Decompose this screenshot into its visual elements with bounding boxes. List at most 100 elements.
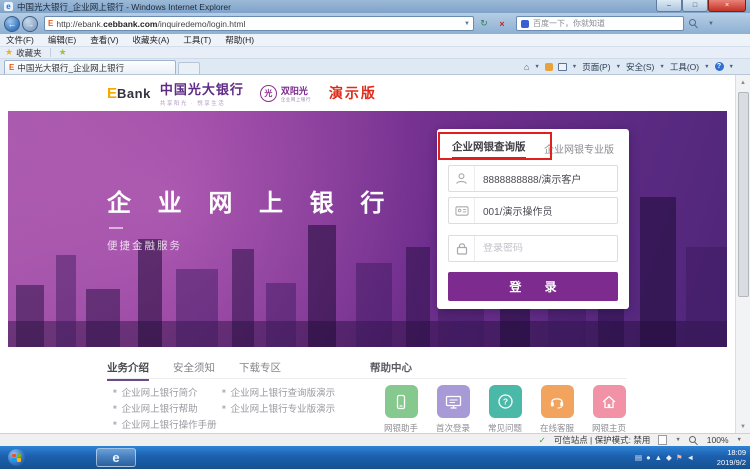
- menu-favorites[interactable]: 收藏夹(A): [133, 34, 170, 46]
- page-menu-button[interactable]: 页面(P): [582, 61, 610, 73]
- help-item-first-login[interactable]: 首次登录: [427, 385, 479, 434]
- link-item[interactable]: ■ 企业网上银行专业版演示: [222, 400, 335, 416]
- bank-name: 中国光大银行: [159, 82, 244, 97]
- zoom-dropdown-icon[interactable]: ▼: [737, 437, 742, 443]
- login-button[interactable]: 登 录: [448, 272, 618, 301]
- menu-help[interactable]: 帮助(H): [225, 34, 254, 46]
- divider: [49, 48, 51, 57]
- search-input[interactable]: 百度一下，你就知道: [516, 16, 684, 31]
- tools-menu-button[interactable]: 工具(O): [670, 61, 699, 73]
- tray-network-icon[interactable]: ◆: [666, 453, 672, 462]
- customer-number-input[interactable]: [475, 173, 617, 184]
- tray-keyboard-icon[interactable]: ▤: [635, 453, 642, 462]
- password-input[interactable]: [475, 243, 617, 254]
- customer-number-field: [448, 165, 618, 192]
- help-item-assistant[interactable]: 网银助手: [375, 385, 427, 434]
- bullet-icon: ■: [222, 405, 226, 411]
- tab-query-version[interactable]: 企业网银查询版: [452, 139, 526, 158]
- favorites-button[interactable]: 收藏夹: [16, 47, 42, 59]
- help-center-title: 帮助中心: [370, 362, 412, 374]
- menu-file[interactable]: 文件(F): [6, 34, 34, 46]
- minimize-button[interactable]: –: [656, 0, 682, 12]
- info-nav: 业务介绍 安全须知 下载专区: [107, 347, 735, 381]
- maximize-button[interactable]: □: [682, 0, 708, 12]
- stop-button[interactable]: ×: [494, 16, 510, 31]
- baidu-icon: [521, 19, 529, 28]
- browser-tab[interactable]: E 中国光大银行_企业网上银行: [4, 60, 176, 74]
- ie-app-icon: e: [4, 2, 13, 11]
- ie-icon: e: [112, 450, 120, 465]
- bullet-icon: ■: [113, 405, 117, 411]
- url-path: /inquiredemo/login.html: [157, 18, 246, 29]
- link-item[interactable]: ■ 企业网上银行帮助: [113, 400, 217, 416]
- help-item-homepage[interactable]: 网银主页: [583, 385, 635, 434]
- menu-view[interactable]: 查看(V): [90, 34, 118, 46]
- help-item-customer-service[interactable]: 在线客服: [531, 385, 583, 434]
- status-bar: ✓ 可信站点 | 保护模式: 禁用 ▼ 100% ▼: [0, 433, 750, 446]
- refresh-button[interactable]: ↻: [476, 16, 492, 31]
- zoom-icon[interactable]: [688, 435, 699, 445]
- id-card-icon: [449, 198, 475, 223]
- print-icon[interactable]: [557, 62, 567, 71]
- home-icon[interactable]: ⌂: [524, 62, 529, 72]
- status-dropdown-icon[interactable]: ▼: [675, 437, 680, 443]
- compatibility-view-icon[interactable]: [658, 435, 668, 445]
- badge-subtitle: 企业网上银行: [280, 96, 311, 102]
- forward-button[interactable]: →: [22, 15, 38, 32]
- feed-icon[interactable]: [544, 62, 553, 71]
- tab-pro-version[interactable]: 企业网银专业版: [544, 141, 614, 156]
- zoom-level[interactable]: 100%: [707, 435, 729, 445]
- tray-app-icon[interactable]: ●: [646, 453, 651, 462]
- command-bar: ⌂ ▼ ▼ 页面(P) ▼ 安全(S) ▼ 工具(O) ▼ ? ▼: [524, 59, 734, 74]
- start-button[interactable]: [8, 449, 25, 466]
- add-favorite-icon[interactable]: ★: [59, 47, 67, 58]
- print-dropdown-icon[interactable]: ▼: [572, 64, 577, 70]
- question-icon: ?: [488, 385, 522, 418]
- mobile-icon: [384, 385, 418, 418]
- taskbar-ie-button[interactable]: e: [96, 448, 136, 467]
- url-prefix: http://ebank.: [56, 18, 104, 29]
- url-dropdown-icon[interactable]: ▼: [464, 21, 470, 27]
- bullet-icon: ■: [222, 389, 226, 395]
- help-item-faq[interactable]: ? 常见问题: [479, 385, 531, 434]
- close-button[interactable]: ×: [708, 0, 746, 12]
- taskbar-clock[interactable]: 18:09 2019/9/2: [717, 448, 746, 467]
- bank-logo-text: Bank: [117, 85, 151, 101]
- tab-favicon: E: [9, 63, 15, 72]
- back-button[interactable]: ←: [4, 15, 20, 32]
- system-tray: ▤ ● ▲ ◆ ⚑ ◄: [635, 446, 694, 469]
- new-tab-button[interactable]: [178, 62, 200, 74]
- home-dropdown-icon[interactable]: ▼: [534, 64, 539, 70]
- link-item[interactable]: ■ 企业网上银行简介: [113, 384, 217, 400]
- menu-edit[interactable]: 编辑(E): [48, 34, 76, 46]
- safety-menu-button[interactable]: 安全(S): [626, 61, 654, 73]
- security-badge: 光 双阳光 企业网上银行: [259, 84, 311, 103]
- scroll-down-icon[interactable]: ▼: [736, 419, 750, 434]
- home-icon: [592, 385, 626, 418]
- scrollbar-thumb[interactable]: [737, 92, 749, 297]
- operator-field: [448, 197, 618, 224]
- url-domain: cebbank.com: [103, 18, 158, 29]
- tray-show-hidden-icon[interactable]: ▲: [655, 453, 662, 462]
- help-icon[interactable]: ?: [714, 62, 724, 71]
- window-controls: – □ ×: [656, 0, 746, 12]
- link-item[interactable]: ■ 企业网上银行操作手册: [113, 416, 217, 432]
- window-titlebar: e 中国光大银行_企业网上银行 - Windows Internet Explo…: [0, 0, 750, 13]
- menu-tools[interactable]: 工具(T): [183, 34, 211, 46]
- url-input[interactable]: E http://ebank. cebbank.com/inquiredemo/l…: [44, 16, 474, 31]
- link-item[interactable]: ■ 企业网上银行查询版演示: [222, 384, 335, 400]
- search-dropdown-icon[interactable]: ▼: [708, 21, 714, 27]
- help-shortcuts: 网银助手 首次登录 ? 常见问题 在线客服 网银主页: [375, 385, 635, 434]
- tray-action-center-icon[interactable]: ⚑: [676, 453, 683, 462]
- lock-icon: [449, 236, 475, 261]
- tray-volume-icon[interactable]: ◄: [687, 453, 694, 462]
- help-dropdown-icon[interactable]: ▼: [729, 64, 734, 70]
- hero-banner: 企 业 网 上 银 行 便捷金融服务 企业网银查询版 企业网银专业版 88888…: [8, 111, 727, 347]
- vertical-scrollbar[interactable]: ▲ ▼: [735, 75, 750, 434]
- operator-input[interactable]: [475, 205, 617, 216]
- scroll-up-icon[interactable]: ▲: [736, 75, 750, 90]
- search-button[interactable]: [686, 16, 702, 31]
- security-zone-text: 可信站点 | 保护模式: 禁用: [553, 435, 651, 445]
- bank-tagline: 共享阳光 · 悦享生活: [159, 101, 226, 107]
- site-favicon: E: [48, 19, 54, 28]
